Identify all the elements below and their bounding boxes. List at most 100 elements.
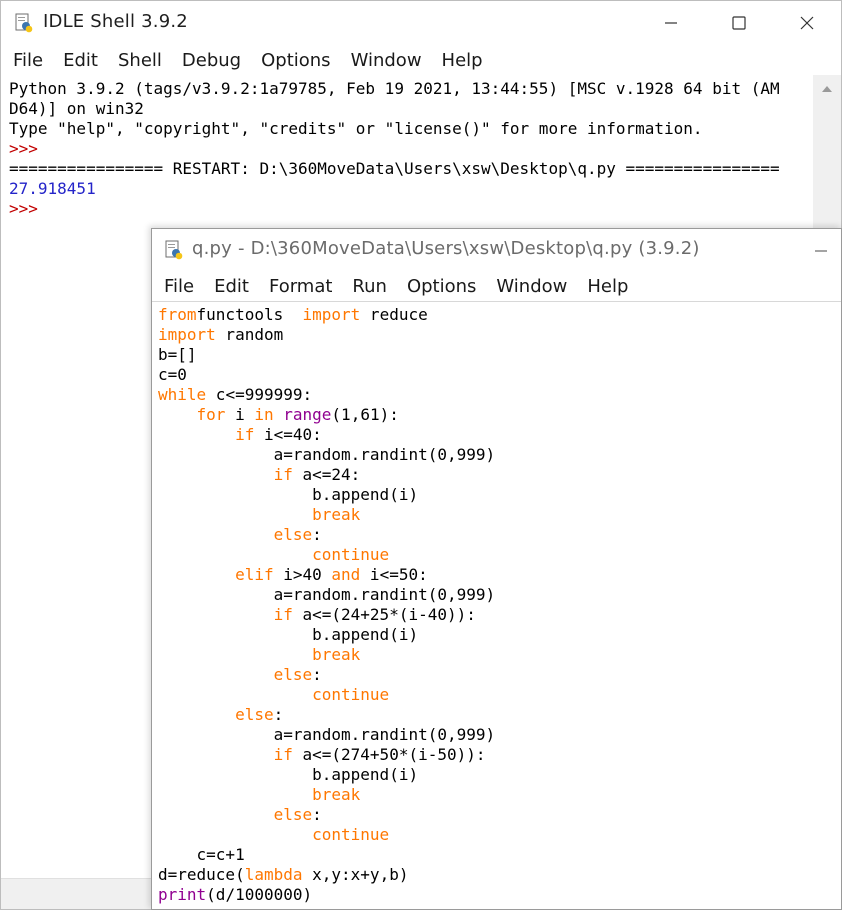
- code-line: continue: [158, 825, 835, 845]
- code-token: c<=999999:: [206, 385, 313, 404]
- code-line: break: [158, 645, 835, 665]
- code-keyword: for: [196, 405, 226, 424]
- code-line: d=reduce(lambda x,y:x+y,b): [158, 865, 835, 885]
- code-line: a=random.randint(0,999): [158, 585, 835, 605]
- editor-titlebar[interactable]: q.py - D:\360MoveData\Users\xsw\Desktop\…: [152, 229, 841, 271]
- code-token: c=0: [158, 365, 187, 384]
- banner-line: Type "help", "copyright", "credits" or "…: [9, 119, 703, 138]
- code-line: for i in range(1,61):: [158, 405, 835, 425]
- code-keyword: continue: [312, 685, 390, 704]
- close-button[interactable]: [773, 1, 841, 45]
- code-line: else:: [158, 665, 835, 685]
- code-keyword: else: [273, 525, 313, 544]
- editor-minimize-button[interactable]: [801, 229, 841, 273]
- menu-edit[interactable]: Edit: [53, 50, 108, 71]
- minimize-icon: [815, 250, 827, 252]
- code-keyword: while: [158, 385, 207, 404]
- code-token: random: [215, 325, 284, 344]
- code-keyword: if: [273, 605, 293, 624]
- shell-window-title: IDLE Shell 3.9.2: [43, 11, 188, 32]
- code-token: i: [225, 405, 255, 424]
- menu-options[interactable]: Options: [251, 50, 340, 71]
- editor-menubar: File Edit Format Run Options Window Help: [152, 271, 841, 301]
- code-keyword: from: [158, 305, 197, 324]
- code-token: a=random.randint(0,999): [158, 725, 496, 744]
- code-token: a<=24:: [292, 465, 361, 484]
- code-keyword: continue: [312, 825, 390, 844]
- code-token: a=random.randint(0,999): [158, 585, 496, 604]
- python-file-icon: [165, 240, 183, 260]
- menu-options[interactable]: Options: [397, 276, 486, 297]
- scroll-up-arrow-icon[interactable]: [813, 75, 841, 103]
- code-token: :: [273, 705, 284, 724]
- menu-help[interactable]: Help: [577, 276, 638, 297]
- code-token: i<=40:: [254, 425, 322, 444]
- code-token: :: [312, 805, 322, 824]
- code-line: break: [158, 785, 835, 805]
- code-keyword: if: [235, 425, 255, 444]
- menu-shell[interactable]: Shell: [108, 50, 172, 71]
- code-keyword: and: [331, 565, 361, 584]
- code-token: :: [312, 665, 322, 684]
- code-line: print(d/1000000): [158, 885, 835, 905]
- code-line: a=random.randint(0,999): [158, 445, 835, 465]
- code-keyword: break: [312, 505, 361, 524]
- code-line: if a<=(274+50*(i-50)):: [158, 745, 835, 765]
- code-line: b.append(i): [158, 765, 835, 785]
- code-token: i>40: [273, 565, 332, 584]
- code-keyword: import: [158, 325, 216, 344]
- minimize-button[interactable]: [637, 1, 705, 45]
- code-token: a<=(274+50*(i-50)):: [292, 745, 486, 764]
- code-line: c=c+1: [158, 845, 835, 865]
- menu-format[interactable]: Format: [259, 276, 342, 297]
- code-builtin: range: [283, 405, 332, 424]
- code-token: functools: [196, 305, 293, 324]
- code-token: (d/1000000): [206, 885, 313, 904]
- menu-file[interactable]: File: [154, 276, 204, 297]
- close-icon: [800, 16, 814, 30]
- code-keyword: import: [292, 305, 361, 324]
- code-keyword: elif: [235, 565, 274, 584]
- code-line: b.append(i): [158, 625, 835, 645]
- menubar-divider: [152, 301, 841, 302]
- program-output: 27.918451: [9, 179, 96, 198]
- shell-output-area[interactable]: Python 3.9.2 (tags/v3.9.2:1a79785, Feb 1…: [9, 79, 811, 219]
- shell-titlebar[interactable]: IDLE Shell 3.9.2: [1, 1, 841, 45]
- menu-debug[interactable]: Debug: [172, 50, 251, 71]
- code-line: while c<=999999:: [158, 385, 835, 405]
- code-line: a=random.randint(0,999): [158, 725, 835, 745]
- menu-file[interactable]: File: [3, 50, 53, 71]
- menu-help[interactable]: Help: [432, 50, 493, 71]
- code-token: c=c+1: [158, 845, 245, 864]
- code-keyword: continue: [312, 545, 390, 564]
- code-token: b=[]: [158, 345, 197, 364]
- code-line: continue: [158, 685, 835, 705]
- code-editor-area[interactable]: fromfunctools import reduce import random…: [158, 305, 835, 905]
- code-line: c=0: [158, 365, 835, 385]
- shell-prompt: >>>: [9, 139, 38, 158]
- menu-window[interactable]: Window: [486, 276, 577, 297]
- code-builtin: print: [158, 885, 207, 904]
- code-token: :: [312, 525, 322, 544]
- menu-run[interactable]: Run: [342, 276, 397, 297]
- maximize-icon: [732, 16, 746, 30]
- code-line: if a<=(24+25*(i-40)):: [158, 605, 835, 625]
- banner-line: Python 3.9.2 (tags/v3.9.2:1a79785, Feb 1…: [9, 79, 780, 98]
- maximize-button[interactable]: [705, 1, 773, 45]
- menu-edit[interactable]: Edit: [204, 276, 259, 297]
- code-line: continue: [158, 545, 835, 565]
- menu-window[interactable]: Window: [341, 50, 432, 71]
